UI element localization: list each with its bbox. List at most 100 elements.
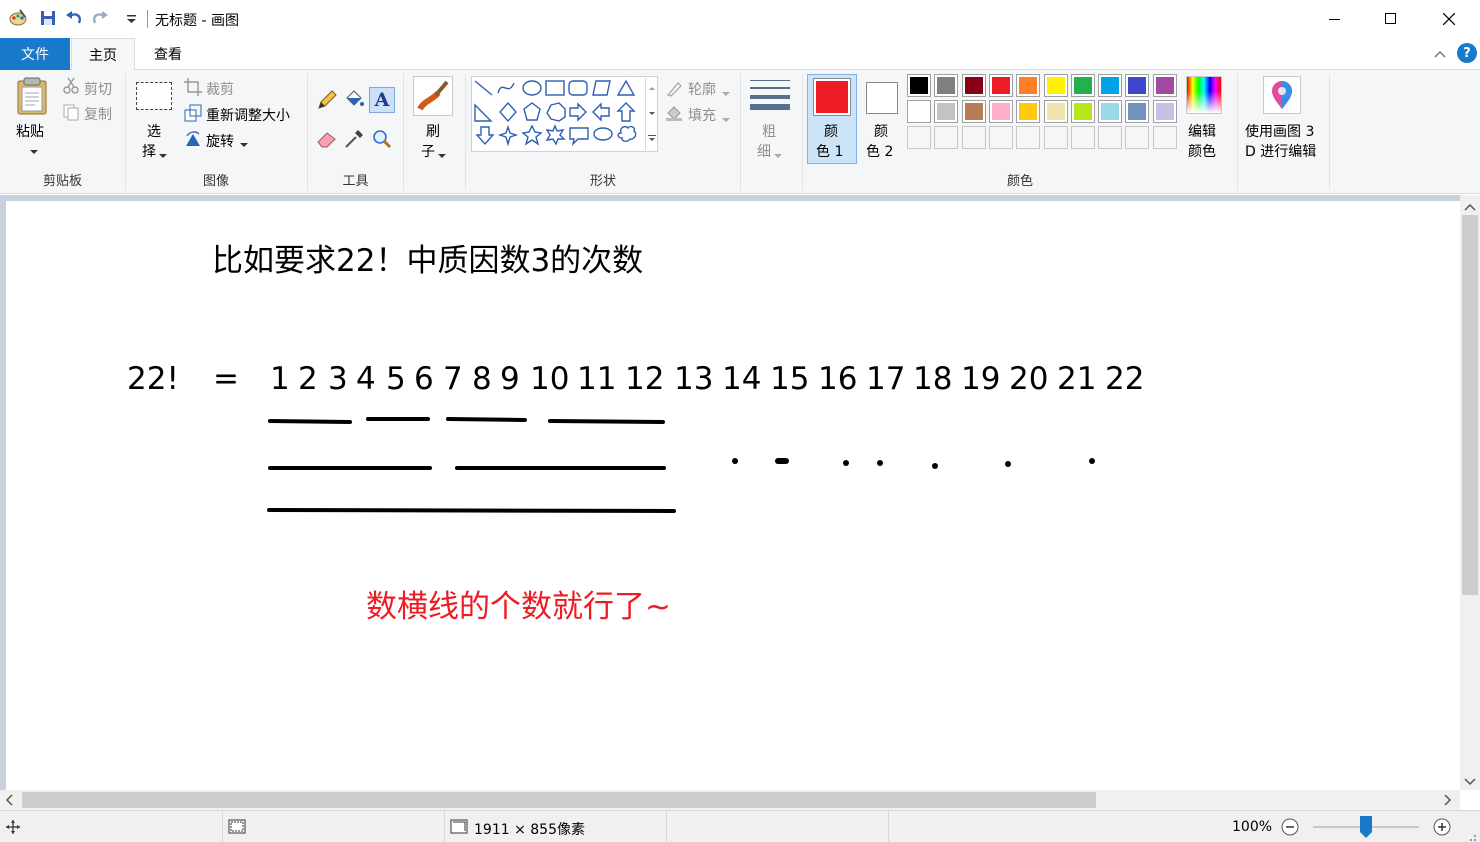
shapes-gallery-scroll[interactable]: [645, 78, 657, 150]
text-tool-icon[interactable]: A: [369, 87, 395, 113]
palette-swatch[interactable]: [1016, 74, 1041, 97]
size-label-2[interactable]: 细: [757, 141, 771, 161]
edit-colors-label[interactable]: 编辑: [1188, 121, 1216, 141]
brushes-dropdown-icon[interactable]: [438, 148, 446, 158]
palette-swatch[interactable]: [1043, 100, 1068, 123]
paint3d-icon[interactable]: [1263, 76, 1301, 114]
palette-swatch[interactable]: [1125, 74, 1150, 97]
palette-swatch[interactable]: [1016, 100, 1041, 123]
palette-swatch[interactable]: [961, 100, 986, 123]
palette-swatch[interactable]: [988, 74, 1013, 97]
palette-custom-slot[interactable]: [907, 126, 931, 149]
palette-swatch[interactable]: [1070, 74, 1095, 97]
help-icon[interactable]: ?: [1457, 43, 1477, 63]
palette-swatch[interactable]: [934, 74, 959, 97]
brushes-label[interactable]: 刷: [426, 121, 440, 141]
zoom-slider-thumb[interactable]: [1360, 816, 1372, 838]
size-dropdown-icon[interactable]: [774, 148, 782, 158]
redo-icon[interactable]: [90, 8, 110, 28]
fill-bucket-icon[interactable]: [342, 88, 366, 112]
resize-grip-icon[interactable]: [1465, 831, 1477, 841]
fill-dropdown-icon[interactable]: [722, 112, 730, 122]
palette-swatch[interactable]: [961, 74, 986, 97]
vertical-scrollbar[interactable]: [1460, 195, 1480, 790]
customize-qat-icon[interactable]: [122, 8, 142, 28]
minimize-button[interactable]: [1306, 0, 1364, 38]
horizontal-scrollbar[interactable]: [0, 790, 1460, 810]
tab-file[interactable]: 文件: [0, 38, 70, 70]
palette-custom-slot[interactable]: [1016, 126, 1041, 149]
palette-custom-slot[interactable]: [1125, 126, 1150, 149]
close-button[interactable]: [1420, 0, 1478, 38]
collapse-ribbon-icon[interactable]: [1432, 46, 1448, 62]
palette-swatch[interactable]: [1152, 100, 1177, 123]
palette-custom-slot[interactable]: [1098, 126, 1123, 149]
eraser-icon[interactable]: [315, 127, 339, 151]
select-label[interactable]: 选: [147, 121, 161, 141]
brush-icon[interactable]: [413, 76, 453, 116]
dot-mark: [877, 460, 883, 466]
zoom-in-button[interactable]: [1433, 818, 1451, 836]
tab-view[interactable]: 查看: [136, 38, 200, 70]
palette-swatch[interactable]: [1098, 100, 1123, 123]
fill-button[interactable]: 填充: [688, 105, 716, 125]
palette-swatch[interactable]: [1125, 100, 1150, 123]
palette-swatch[interactable]: [1098, 74, 1123, 97]
size-icon[interactable]: [749, 78, 791, 114]
tab-home[interactable]: 主页: [71, 38, 135, 71]
outline-button[interactable]: 轮廓: [688, 79, 716, 99]
edit-colors-icon[interactable]: [1186, 76, 1222, 114]
scroll-down-icon[interactable]: [1464, 775, 1476, 790]
paste-button[interactable]: 粘贴: [16, 121, 44, 141]
pencil-icon[interactable]: [315, 88, 339, 112]
palette-custom-slot[interactable]: [934, 126, 959, 149]
palette-custom-slot[interactable]: [961, 126, 986, 149]
crop-button[interactable]: 裁剪: [206, 79, 234, 99]
brushes-label-2[interactable]: 子: [421, 141, 435, 161]
outline-dropdown-icon[interactable]: [722, 86, 730, 96]
save-icon[interactable]: [38, 8, 58, 28]
paint3d-label[interactable]: 使用画图 3: [1245, 121, 1314, 141]
palette-custom-slot[interactable]: [1043, 126, 1068, 149]
undo-icon[interactable]: [64, 8, 84, 28]
color-picker-icon[interactable]: [342, 127, 366, 151]
paste-dropdown-icon[interactable]: [29, 144, 39, 154]
palette-custom-slot[interactable]: [1152, 126, 1177, 149]
palette-swatch[interactable]: [1043, 74, 1068, 97]
scroll-right-icon[interactable]: [1444, 794, 1452, 810]
window-title: 无标题 - 画图: [155, 13, 239, 29]
palette-swatch[interactable]: [1152, 74, 1177, 97]
color1-swatch-frame[interactable]: [813, 78, 851, 116]
palette-swatch[interactable]: [907, 100, 931, 123]
maximize-button[interactable]: [1362, 0, 1420, 38]
zoom-out-button[interactable]: [1281, 818, 1299, 836]
drawing-canvas[interactable]: 比如要求22！中质因数3的次数 22! = 1 2 3 4 5 6 7 8 9 10 11 12 13 1…: [6, 201, 1460, 790]
color2-button[interactable]: [866, 82, 898, 114]
select-label-2[interactable]: 择: [142, 141, 156, 161]
magnifier-icon[interactable]: [370, 127, 394, 151]
paste-icon[interactable]: [14, 76, 50, 116]
palette-custom-slot[interactable]: [1070, 126, 1095, 149]
underline-stroke: [268, 419, 352, 424]
select-dropdown-icon[interactable]: [159, 148, 167, 158]
vertical-scroll-thumb[interactable]: [1462, 215, 1478, 595]
edit-colors-label-2[interactable]: 颜色: [1188, 141, 1216, 161]
scroll-up-icon[interactable]: [1464, 200, 1476, 215]
size-label[interactable]: 粗: [762, 121, 776, 141]
palette-custom-slot[interactable]: [988, 126, 1013, 149]
copy-button[interactable]: 复制: [84, 104, 112, 124]
paint3d-label-2[interactable]: D 进行编辑: [1245, 141, 1316, 161]
rotate-dropdown-icon[interactable]: [240, 137, 248, 147]
resize-button[interactable]: 重新调整大小: [206, 105, 290, 125]
rotate-button[interactable]: 旋转: [206, 131, 234, 151]
palette-swatch[interactable]: [907, 74, 931, 97]
tools-group-label: 工具: [342, 174, 369, 189]
palette-swatch[interactable]: [1070, 100, 1095, 123]
palette-swatch-color: [1046, 77, 1065, 94]
palette-swatch[interactable]: [934, 100, 959, 123]
cut-button[interactable]: 剪切: [84, 79, 112, 99]
scroll-left-icon[interactable]: [5, 794, 13, 810]
palette-swatch[interactable]: [988, 100, 1013, 123]
horizontal-scroll-thumb[interactable]: [22, 792, 1096, 808]
select-icon[interactable]: [136, 82, 172, 110]
